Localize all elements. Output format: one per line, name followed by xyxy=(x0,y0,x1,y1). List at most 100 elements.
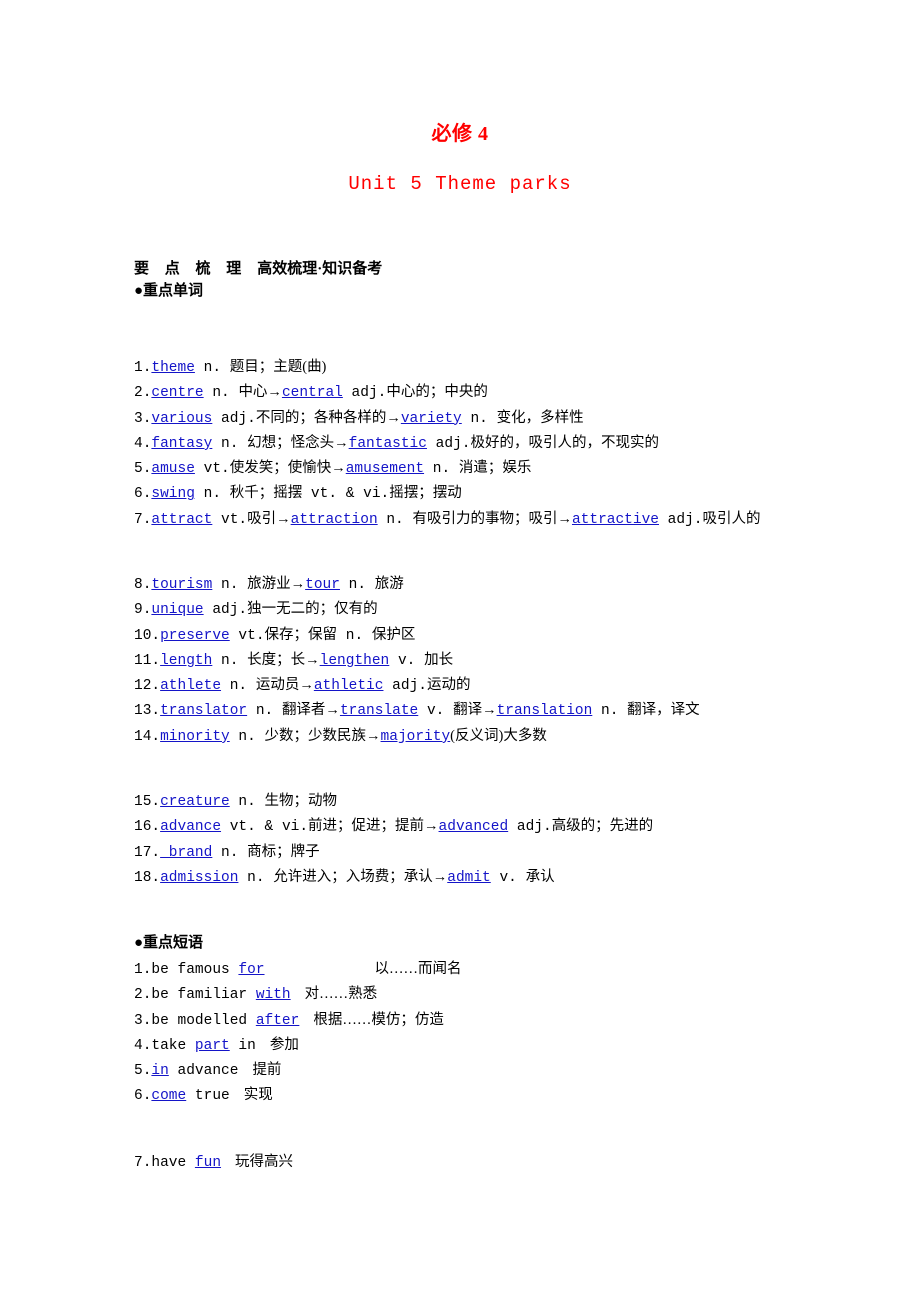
phrase-entry-number: 3. xyxy=(134,1012,152,1029)
word-entry-definition: 加长 xyxy=(424,651,454,668)
phrase-entry-keyword: come xyxy=(151,1088,187,1105)
word-entry-pos: n. xyxy=(247,703,282,720)
word-entry-definition: 秋千；摇摆 xyxy=(229,485,303,502)
word-entry-keyword: centre xyxy=(151,385,204,402)
phrase-entry-number: 4. xyxy=(134,1037,152,1054)
word-entry-keyword: theme xyxy=(151,360,195,376)
word-entry-pos: n. xyxy=(212,844,248,861)
word-entry-definition: 极好的，吸引人的，不现实的 xyxy=(470,434,659,451)
phrase-entry-definition: 根据……模仿；仿造 xyxy=(313,1011,444,1028)
phrase-entry: 7. have fun 玩得高兴 xyxy=(134,1150,894,1175)
word-entry-pos: n. xyxy=(424,461,459,478)
word-entry-pos: n. xyxy=(221,678,256,695)
word-list-group-2: 8. tourism n. 旅游业→tour n. 旅游 9. unique ad… xyxy=(134,572,894,749)
phrase-entry-number: 7. xyxy=(134,1155,152,1171)
word-entry-pos: adj. xyxy=(508,819,552,836)
word-entry-pos: n. xyxy=(337,627,372,644)
word-entry-number: 4. xyxy=(134,435,152,452)
word-entry-definition: 消遣；娱乐 xyxy=(458,460,532,477)
word-entry-definition: 中心的；中央的 xyxy=(386,384,488,401)
word-entry-keyword: various xyxy=(151,410,213,427)
document-page: 必修 4 Unit 5 Theme parks 要 点 梳 理高效梳理·知识备考… xyxy=(0,0,920,1302)
word-entry: 6. swing n. 秋千；摇摆 vt. & vi.摇摆；摆动 xyxy=(134,481,894,506)
word-entry-definition: 承认 xyxy=(525,868,555,885)
word-entry-definition: 旅游业→ xyxy=(247,576,306,592)
section-heading-phrases: ●重点短语 xyxy=(134,935,204,951)
word-entry-definition: 不同的；各种各样的→ xyxy=(255,409,401,426)
phrase-entry-definition: 提前 xyxy=(252,1062,282,1079)
word-entry-keyword: creature xyxy=(160,794,230,810)
phrase-entry-keyword: in xyxy=(151,1063,169,1080)
word-entry-pos: n. xyxy=(212,435,248,452)
phrase-entry-pos: take xyxy=(151,1037,195,1054)
word-entry-definition: 运动的 xyxy=(426,677,471,694)
phrase-entry-definition: 对……熟悉 xyxy=(304,986,378,1003)
word-entry-definition: 翻译者→ xyxy=(281,702,340,719)
word-entry-definition: 中心→ xyxy=(238,384,282,401)
word-entry-keyword: amusement xyxy=(345,461,425,478)
word-entry: 15. creature n. 生物；动物 xyxy=(134,789,894,814)
phrase-entry-number: 2. xyxy=(134,987,152,1004)
word-entry-pos: n. xyxy=(339,577,375,593)
word-entry-keyword: variety xyxy=(400,410,462,427)
word-entry-definition: 允许进入；入场费；承认→ xyxy=(273,868,448,885)
phrase-entry: 4. take part in 参加 xyxy=(134,1033,894,1058)
phrase-entry-keyword: with xyxy=(255,987,291,1004)
phrase-entry-pos: be modelled xyxy=(151,1012,256,1029)
word-entry: 17. brand n. 商标；牌子 xyxy=(134,840,894,865)
word-entry-pos: vt. & vi. xyxy=(302,486,390,503)
phrase-entry-definition: 实现 xyxy=(243,1087,273,1104)
word-entry-definition: 摇摆；摆动 xyxy=(389,485,462,502)
phrase-entry-definition: 参加 xyxy=(269,1036,299,1053)
phrase-entry-keyword: for xyxy=(238,962,265,978)
word-entry: 9. unique adj.独一无二的；仅有的 xyxy=(134,597,894,622)
phrase-entry-pos: be familiar xyxy=(151,987,256,1004)
word-entry-keyword: translate xyxy=(339,703,419,720)
phrase-entry-keyword: after xyxy=(255,1012,300,1029)
word-entry-pos: adj. xyxy=(658,511,703,528)
word-entry-definition: 生物；动物 xyxy=(264,793,338,809)
word-entry-keyword: athletic xyxy=(313,678,384,695)
word-entry-pos: n. xyxy=(229,794,265,810)
word-entry-keyword: attractive xyxy=(571,511,659,528)
word-entry: 2. centre n. 中心→central adj.中心的；中央的 xyxy=(134,380,894,405)
word-entry-keyword: central xyxy=(281,385,343,402)
word-entry: 3. various adj.不同的；各种各样的→variety n. 变化，多… xyxy=(134,406,894,431)
word-entry-definition: 保护区 xyxy=(371,626,416,643)
word-entry-number: 6. xyxy=(134,486,152,503)
word-entry-keyword: translation xyxy=(496,703,593,720)
word-entry-definition: 长度；长→ xyxy=(247,651,320,668)
word-entry-keyword: brand xyxy=(160,844,213,861)
section-heading-outline: 要 点 梳 理高效梳理·知识备考 xyxy=(134,258,382,280)
phrase-entry-pos: in xyxy=(229,1037,256,1054)
word-entry-number: 2. xyxy=(134,385,152,402)
word-entry-pos: n. xyxy=(229,728,265,745)
word-entry-keyword: attraction xyxy=(290,511,378,528)
word-entry-pos: adj. xyxy=(203,602,248,619)
word-entry: 18. admission n. 允许进入；入场费；承认→admit v. 承认 xyxy=(134,865,894,890)
word-entry-definition: 题目；主题(曲) xyxy=(229,359,327,375)
word-entry-keyword: amuse xyxy=(151,461,195,478)
phrase-list-group-2: 7. have fun 玩得高兴 xyxy=(134,1150,894,1175)
word-entry-definition: 吸引→ xyxy=(247,510,291,527)
word-entry-number: 9. xyxy=(134,602,152,619)
phrase-list-group-1: 1. be famous for 以……而闻名 2. be familiar wit… xyxy=(134,957,894,1109)
word-entry: 7. attract vt.吸引→attraction n. 有吸引力的事物；吸… xyxy=(134,507,894,532)
word-entry-number: 17. xyxy=(134,844,161,861)
phrase-entry-pos: advance xyxy=(168,1063,239,1080)
word-entry-pos: adj. xyxy=(383,678,427,695)
word-entry-keyword: tour xyxy=(305,577,340,593)
outline-heading-main: 要 点 梳 理 xyxy=(134,261,248,277)
word-entry-number: 1. xyxy=(134,360,152,376)
phrase-entry: 1. be famous for 以……而闻名 xyxy=(134,957,894,982)
word-entry-definition: 独一无二的；仅有的 xyxy=(247,601,378,618)
word-list-group-3: 15. creature n. 生物；动物 16. advance vt. & v… xyxy=(134,789,894,890)
word-entry-definition: 商标；牌子 xyxy=(247,843,320,860)
word-entry-keyword: swing xyxy=(151,486,195,503)
word-entry-pos: v. xyxy=(418,703,454,720)
word-entry-keyword: admission xyxy=(160,869,239,886)
word-entry-keyword: advanced xyxy=(438,819,509,836)
phrase-entry: 6. come true 实现 xyxy=(134,1083,894,1108)
page-title: 必修 4 xyxy=(431,123,489,145)
word-entry-keyword: unique xyxy=(151,602,204,619)
